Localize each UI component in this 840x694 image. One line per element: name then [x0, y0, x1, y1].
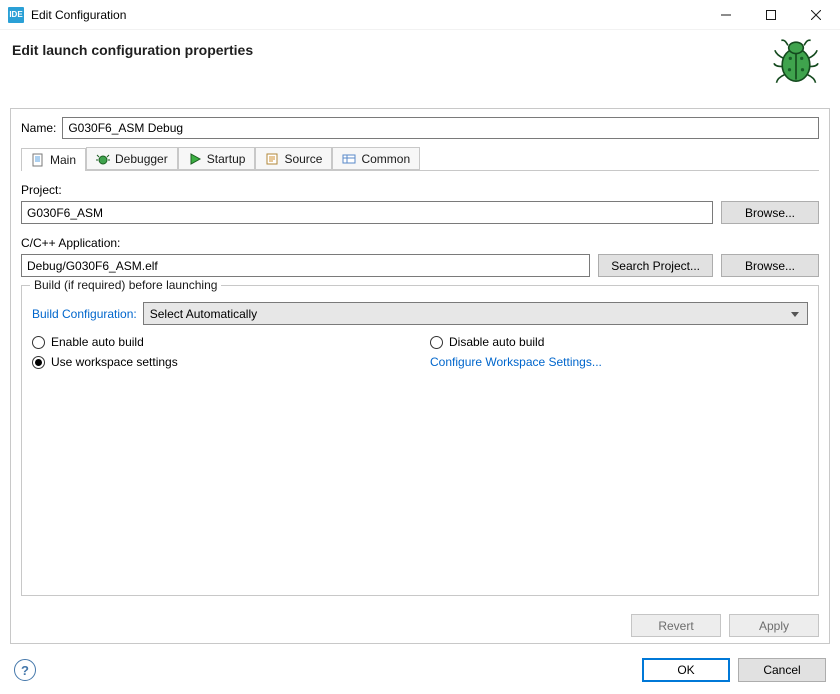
window-controls — [703, 0, 838, 29]
content-pane: Name: Main Debugger Startup Source — [10, 108, 830, 644]
search-project-button[interactable]: Search Project... — [598, 254, 713, 277]
tab-common[interactable]: Common — [332, 147, 420, 170]
tab-debugger-label: Debugger — [115, 152, 168, 166]
tab-common-label: Common — [361, 152, 410, 166]
disable-auto-build-label: Disable auto build — [449, 335, 544, 349]
document-icon — [31, 153, 45, 167]
maximize-button[interactable] — [748, 0, 793, 29]
tab-panel-main: Project: Browse... C/C++ Application: Se… — [21, 179, 819, 637]
bug-small-icon — [96, 152, 110, 166]
tab-main[interactable]: Main — [21, 148, 86, 171]
dialog-title: Edit launch configuration properties — [12, 42, 770, 58]
help-button[interactable]: ? — [14, 659, 36, 681]
dialog-footer: ? OK Cancel — [0, 646, 840, 694]
configure-workspace-link[interactable]: Configure Workspace Settings... — [430, 355, 602, 369]
enable-auto-build-option[interactable]: Enable auto build — [32, 335, 410, 349]
common-icon — [342, 152, 356, 166]
disable-auto-build-option[interactable]: Disable auto build — [430, 335, 808, 349]
revert-button[interactable]: Revert — [631, 614, 721, 637]
tab-bar: Main Debugger Startup Source Common — [21, 147, 819, 171]
build-config-row: Build Configuration: Select Automaticall… — [32, 302, 808, 325]
tab-debugger[interactable]: Debugger — [86, 147, 178, 170]
cancel-button[interactable]: Cancel — [738, 658, 826, 682]
enable-auto-build-label: Enable auto build — [51, 335, 144, 349]
minimize-button[interactable] — [703, 0, 748, 29]
name-input[interactable] — [62, 117, 819, 139]
app-row: Search Project... Browse... — [21, 254, 819, 277]
app-input[interactable] — [21, 254, 590, 277]
bug-icon — [770, 34, 822, 86]
dialog-header: Edit launch configuration properties — [0, 30, 840, 108]
build-radio-grid: Enable auto build Disable auto build Use… — [32, 335, 808, 369]
app-icon: IDE — [8, 7, 24, 23]
build-config-value: Select Automatically — [150, 307, 257, 321]
ok-button[interactable]: OK — [642, 658, 730, 682]
use-workspace-settings-label: Use workspace settings — [51, 355, 178, 369]
app-label: C/C++ Application: — [21, 236, 819, 250]
name-row: Name: — [21, 117, 819, 139]
play-icon — [188, 152, 202, 166]
titlebar: IDE Edit Configuration — [0, 0, 840, 30]
radio-icon — [32, 336, 45, 349]
configure-workspace-row: Configure Workspace Settings... — [430, 355, 808, 369]
project-input[interactable] — [21, 201, 713, 224]
build-config-combo[interactable]: Select Automatically — [143, 302, 808, 325]
tab-startup-label: Startup — [207, 152, 246, 166]
source-icon — [265, 152, 279, 166]
build-group-title: Build (if required) before launching — [30, 278, 221, 292]
name-label: Name: — [21, 121, 56, 135]
project-browse-button[interactable]: Browse... — [721, 201, 819, 224]
tab-main-label: Main — [50, 153, 76, 167]
use-workspace-settings-option[interactable]: Use workspace settings — [32, 355, 410, 369]
tab-source[interactable]: Source — [255, 147, 332, 170]
apply-button[interactable]: Apply — [729, 614, 819, 637]
project-row: Browse... — [21, 201, 819, 224]
build-config-label-link[interactable]: Build Configuration: — [32, 307, 137, 321]
app-browse-button[interactable]: Browse... — [721, 254, 819, 277]
build-group: Build (if required) before launching Bui… — [21, 285, 819, 596]
window-title: Edit Configuration — [31, 8, 703, 22]
content-button-row: Revert Apply — [21, 596, 819, 637]
close-button[interactable] — [793, 0, 838, 29]
tab-startup[interactable]: Startup — [178, 147, 256, 170]
project-label: Project: — [21, 183, 819, 197]
tab-source-label: Source — [284, 152, 322, 166]
radio-selected-icon — [32, 356, 45, 369]
radio-icon — [430, 336, 443, 349]
divider — [10, 643, 830, 644]
